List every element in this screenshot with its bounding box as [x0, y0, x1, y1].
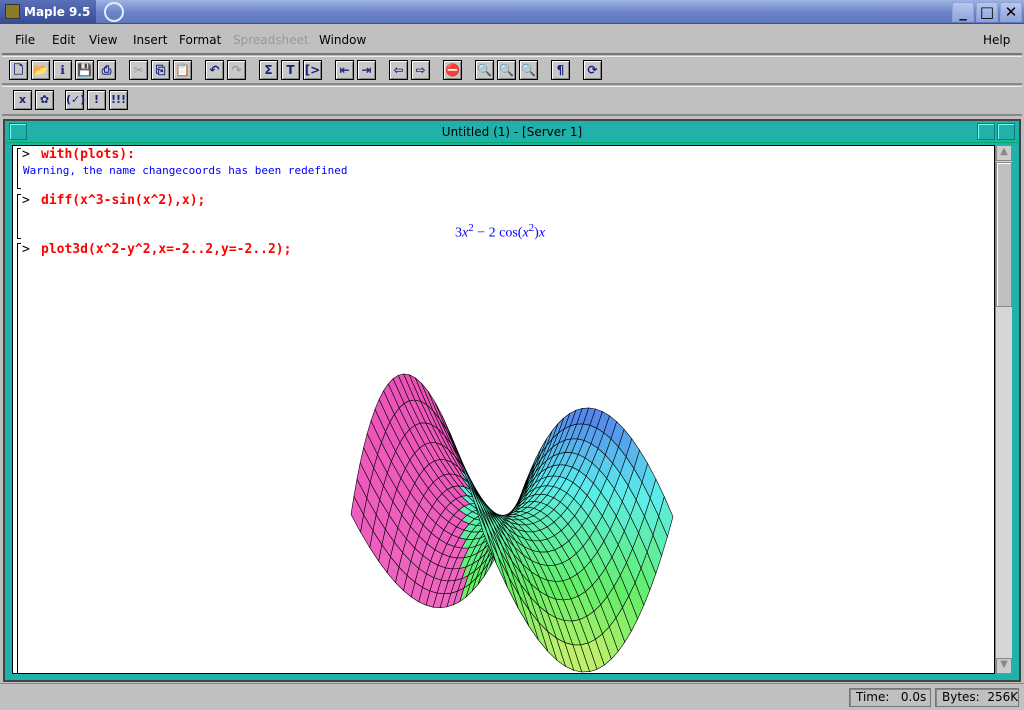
execute-check-icon: (✓) — [66, 93, 86, 106]
desktop-swirl-icon — [104, 2, 124, 22]
indent-icon: ⇥ — [361, 63, 372, 77]
minimize-button[interactable]: _ — [952, 2, 974, 22]
text-icon: T — [286, 63, 295, 77]
maple-input-button[interactable]: ✿ — [35, 90, 54, 110]
menu-view[interactable]: View — [89, 33, 117, 47]
plot3d-surface[interactable] — [13, 146, 995, 674]
undo-icon: ↶ — [209, 63, 220, 77]
time-status: Time: 0.0s — [849, 688, 931, 707]
save-icon: 💾 — [77, 63, 92, 77]
execute-check-button[interactable]: (✓) — [65, 90, 86, 110]
open-url-icon: ℹ — [60, 63, 65, 77]
vertical-scrollbar[interactable]: ▲ ▼ — [996, 145, 1012, 674]
save-button[interactable]: 💾 — [75, 60, 94, 80]
menu-help[interactable]: Help — [983, 33, 1010, 47]
maple-app-icon — [5, 4, 20, 19]
app-task-button[interactable]: Maple 9.5 — [0, 0, 96, 24]
zoom-medium-button[interactable]: 🔍 — [497, 60, 516, 80]
status-bar: Time: 0.0s Bytes: 256K — [0, 683, 1024, 710]
maximize-button[interactable]: □ — [976, 2, 998, 22]
open-icon: 📂 — [33, 63, 48, 77]
forward-icon: ⇨ — [415, 63, 426, 77]
execute-all-button[interactable]: !!! — [109, 90, 128, 110]
copy-button[interactable]: ⎘ — [151, 60, 170, 80]
redo-button[interactable]: ↷ — [227, 60, 246, 80]
worksheet-maximize-button[interactable] — [997, 123, 1015, 140]
open-button[interactable]: 📂 — [31, 60, 50, 80]
close-button[interactable]: ✕ — [1000, 2, 1022, 22]
execute-icon: ! — [93, 93, 100, 106]
text-mode-icon: x — [18, 93, 27, 106]
redo-icon: ↷ — [231, 63, 242, 77]
outdent-icon: ⇤ — [339, 63, 350, 77]
worksheet-window: Untitled (1) - [Server 1] > with(plots):… — [3, 119, 1021, 682]
text-mode-button[interactable]: x — [13, 90, 32, 110]
zoom-small-icon: 🔍 — [477, 63, 492, 77]
new-button[interactable]: 🗋 — [9, 60, 28, 80]
main-toolbar: 🗋 📂 ℹ 💾 ⎙ ✂ ⎘ 📋 ↶ ↷ Σ T [> ⇤ ⇥ ⇦ ⇨ ⛔ 🔍 🔍 🔍 ¶ ⟳ — [2, 56, 1022, 85]
cut-icon: ✂ — [133, 63, 144, 77]
undo-button[interactable]: ↶ — [205, 60, 224, 80]
sum-button[interactable]: Σ — [259, 60, 278, 80]
restart-icon: ⟳ — [587, 63, 598, 77]
pilcrow-icon: ¶ — [556, 63, 565, 77]
cut-button[interactable]: ✂ — [129, 60, 148, 80]
scroll-up-arrow-icon[interactable]: ▲ — [996, 145, 1012, 161]
back-button[interactable]: ⇦ — [389, 60, 408, 80]
context-toolbar: x ✿ (✓)!!!! — [2, 86, 1022, 116]
title-bar: Maple 9.5 _ □ ✕ — [0, 0, 1024, 24]
scroll-thumb[interactable] — [996, 162, 1012, 307]
print-button[interactable]: ⎙ — [97, 60, 116, 80]
worksheet-canvas[interactable]: > with(plots): Warning, the name changec… — [12, 145, 995, 674]
pilcrow-button[interactable]: ¶ — [551, 60, 570, 80]
zoom-medium-icon: 🔍 — [499, 63, 514, 77]
menu-spreadsheet: Spreadsheet — [233, 33, 309, 47]
execute-all-icon: !!! — [110, 93, 127, 106]
text-button[interactable]: T — [281, 60, 300, 80]
bytes-status: Bytes: 256K — [935, 688, 1019, 707]
new-icon: 🗋 — [13, 63, 24, 77]
zoom-small-button[interactable]: 🔍 — [475, 60, 494, 80]
sum-icon: Σ — [264, 63, 273, 77]
scroll-down-arrow-icon[interactable]: ▼ — [996, 658, 1012, 674]
copy-icon: ⎘ — [155, 63, 166, 77]
stop-icon: ⛔ — [445, 63, 460, 77]
outdent-button[interactable]: ⇤ — [335, 60, 354, 80]
menu-window[interactable]: Window — [319, 33, 366, 47]
forward-button[interactable]: ⇨ — [411, 60, 430, 80]
print-icon: ⎙ — [101, 63, 112, 77]
paste-button[interactable]: 📋 — [173, 60, 192, 80]
back-icon: ⇦ — [393, 63, 404, 77]
worksheet-menu-button[interactable] — [9, 123, 27, 140]
stop-button[interactable]: ⛔ — [443, 60, 462, 80]
paste-icon: 📋 — [175, 63, 190, 77]
menu-bar: File Edit View Insert Format Spreadsheet… — [2, 25, 1022, 55]
worksheet-title: Untitled (1) - [Server 1] — [5, 121, 1019, 143]
restart-button[interactable]: ⟳ — [583, 60, 602, 80]
indent-button[interactable]: ⇥ — [357, 60, 376, 80]
zoom-large-icon: 🔍 — [521, 63, 536, 77]
worksheet-minimize-button[interactable] — [977, 123, 995, 140]
menu-format[interactable]: Format — [179, 33, 221, 47]
menu-insert[interactable]: Insert — [133, 33, 167, 47]
prompt-button[interactable]: [> — [303, 60, 322, 80]
menu-file[interactable]: File — [15, 33, 35, 47]
open-url-button[interactable]: ℹ — [53, 60, 72, 80]
execute-button[interactable]: ! — [87, 90, 106, 110]
prompt-icon: [> — [304, 63, 321, 77]
zoom-large-button[interactable]: 🔍 — [519, 60, 538, 80]
menu-edit[interactable]: Edit — [52, 33, 75, 47]
window-title: Maple 9.5 — [24, 5, 91, 19]
maple-input-icon: ✿ — [39, 93, 50, 106]
